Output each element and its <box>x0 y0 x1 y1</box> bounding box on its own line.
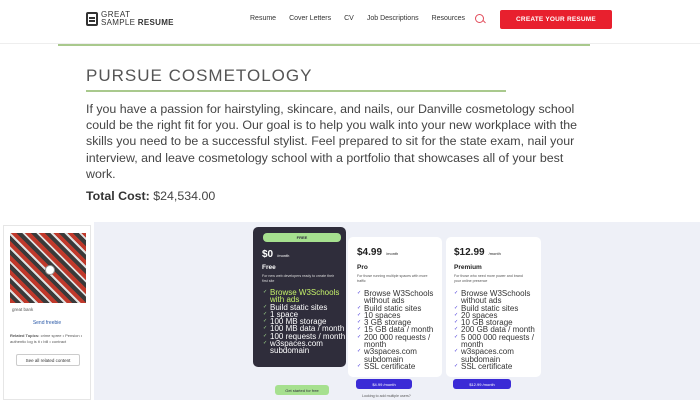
nav-item-cover-letters[interactable]: Cover Letters <box>289 15 331 22</box>
plan-name: Premium <box>454 264 482 271</box>
plan-card-premium: $12.99/month Premium For those who need … <box>446 237 541 377</box>
create-resume-button[interactable]: CREATE YOUR RESUME <box>500 10 612 29</box>
logo-line2a: SAMPLE <box>101 18 138 27</box>
resume-logo-icon <box>86 12 98 26</box>
premium-plan-button[interactable]: $12.99 /month <box>453 379 511 389</box>
header-divider <box>58 44 590 46</box>
nav-item-resume[interactable]: Resume <box>250 15 276 22</box>
plan-feature: w3spaces.com subdomain <box>357 348 442 363</box>
plan-feature: Browse W3Schools with ads <box>263 289 346 304</box>
plan-card-pro: $4.99/month Pro For those running multip… <box>348 237 442 377</box>
program-description: If you have a passion for hairstyling, s… <box>86 102 578 181</box>
logo-line2b: RESUME <box>137 18 174 27</box>
ad-related-topics: Related Topics: crime spree • Pension • … <box>10 333 90 345</box>
section-title: PURSUE COSMETOLOGY <box>86 66 313 85</box>
site-logo[interactable]: GREAT SAMPLE RESUME <box>86 11 174 27</box>
nav-item-job-descriptions[interactable]: Job Descriptions <box>367 15 419 22</box>
total-cost-label: Total Cost: <box>86 189 150 203</box>
main-nav: Resume Cover Letters CV Job Descriptions… <box>250 15 478 22</box>
search-icon[interactable] <box>475 14 484 23</box>
plan-description: For new web developers ready to create t… <box>262 274 335 283</box>
plan-feature: Browse W3Schools without ads <box>357 290 442 305</box>
total-cost: Total Cost: $24,534.00 <box>86 189 215 203</box>
plan-name: Pro <box>357 264 368 271</box>
plan-price: $0/month <box>262 249 290 260</box>
plan-feature-list: Browse W3Schools with ads Build static s… <box>263 289 346 355</box>
plan-feature: w3spaces.com subdomain <box>263 340 346 355</box>
plan-description: For those running multiple spaces with m… <box>357 274 428 283</box>
title-underline <box>86 90 506 92</box>
ad-caption: great bank <box>12 307 34 312</box>
plan-feature: SSL certificate <box>357 362 442 370</box>
plan-feature: 5 000 000 requests / month <box>454 333 541 348</box>
plan-feature: Browse W3Schools without ads <box>454 290 541 305</box>
site-header: GREAT SAMPLE RESUME Resume Cover Letters… <box>0 0 700 44</box>
plan-price: $12.99/month <box>454 247 501 258</box>
zoom-icon[interactable] <box>45 265 55 275</box>
plan-badge: FREE <box>263 233 341 242</box>
get-started-free-button[interactable]: Get started for free <box>275 385 329 395</box>
pro-plan-button[interactable]: $4.99 /month <box>356 379 412 389</box>
see-all-related-button[interactable]: See all related content <box>16 354 80 366</box>
nav-item-cv[interactable]: CV <box>344 15 354 22</box>
plan-price: $4.99/month <box>357 247 399 258</box>
ad-link[interactable]: Send freebie <box>4 320 90 326</box>
side-ad-card: great bank Send freebie Related Topics: … <box>3 225 91 400</box>
plan-feature: 200 000 requests / month <box>357 333 442 348</box>
plan-card-free: FREE $0/month Free For new web developer… <box>253 227 346 367</box>
plan-feature: w3spaces.com subdomain <box>454 348 541 363</box>
plan-name: Free <box>262 264 276 271</box>
ad-related-label: Related Topics: <box>10 333 40 338</box>
plan-feature-list: Browse W3Schools without ads Build stati… <box>357 290 442 371</box>
plan-description: For those who need more power and brand … <box>454 274 523 283</box>
plan-feature: SSL certificate <box>454 362 541 370</box>
nav-item-resources[interactable]: Resources <box>432 15 465 22</box>
total-cost-value: $24,534.00 <box>149 189 216 203</box>
plan-feature-list: Browse W3Schools without ads Build stati… <box>454 290 541 371</box>
multiple-users-note[interactable]: Looking to add multiple users? <box>362 394 411 398</box>
